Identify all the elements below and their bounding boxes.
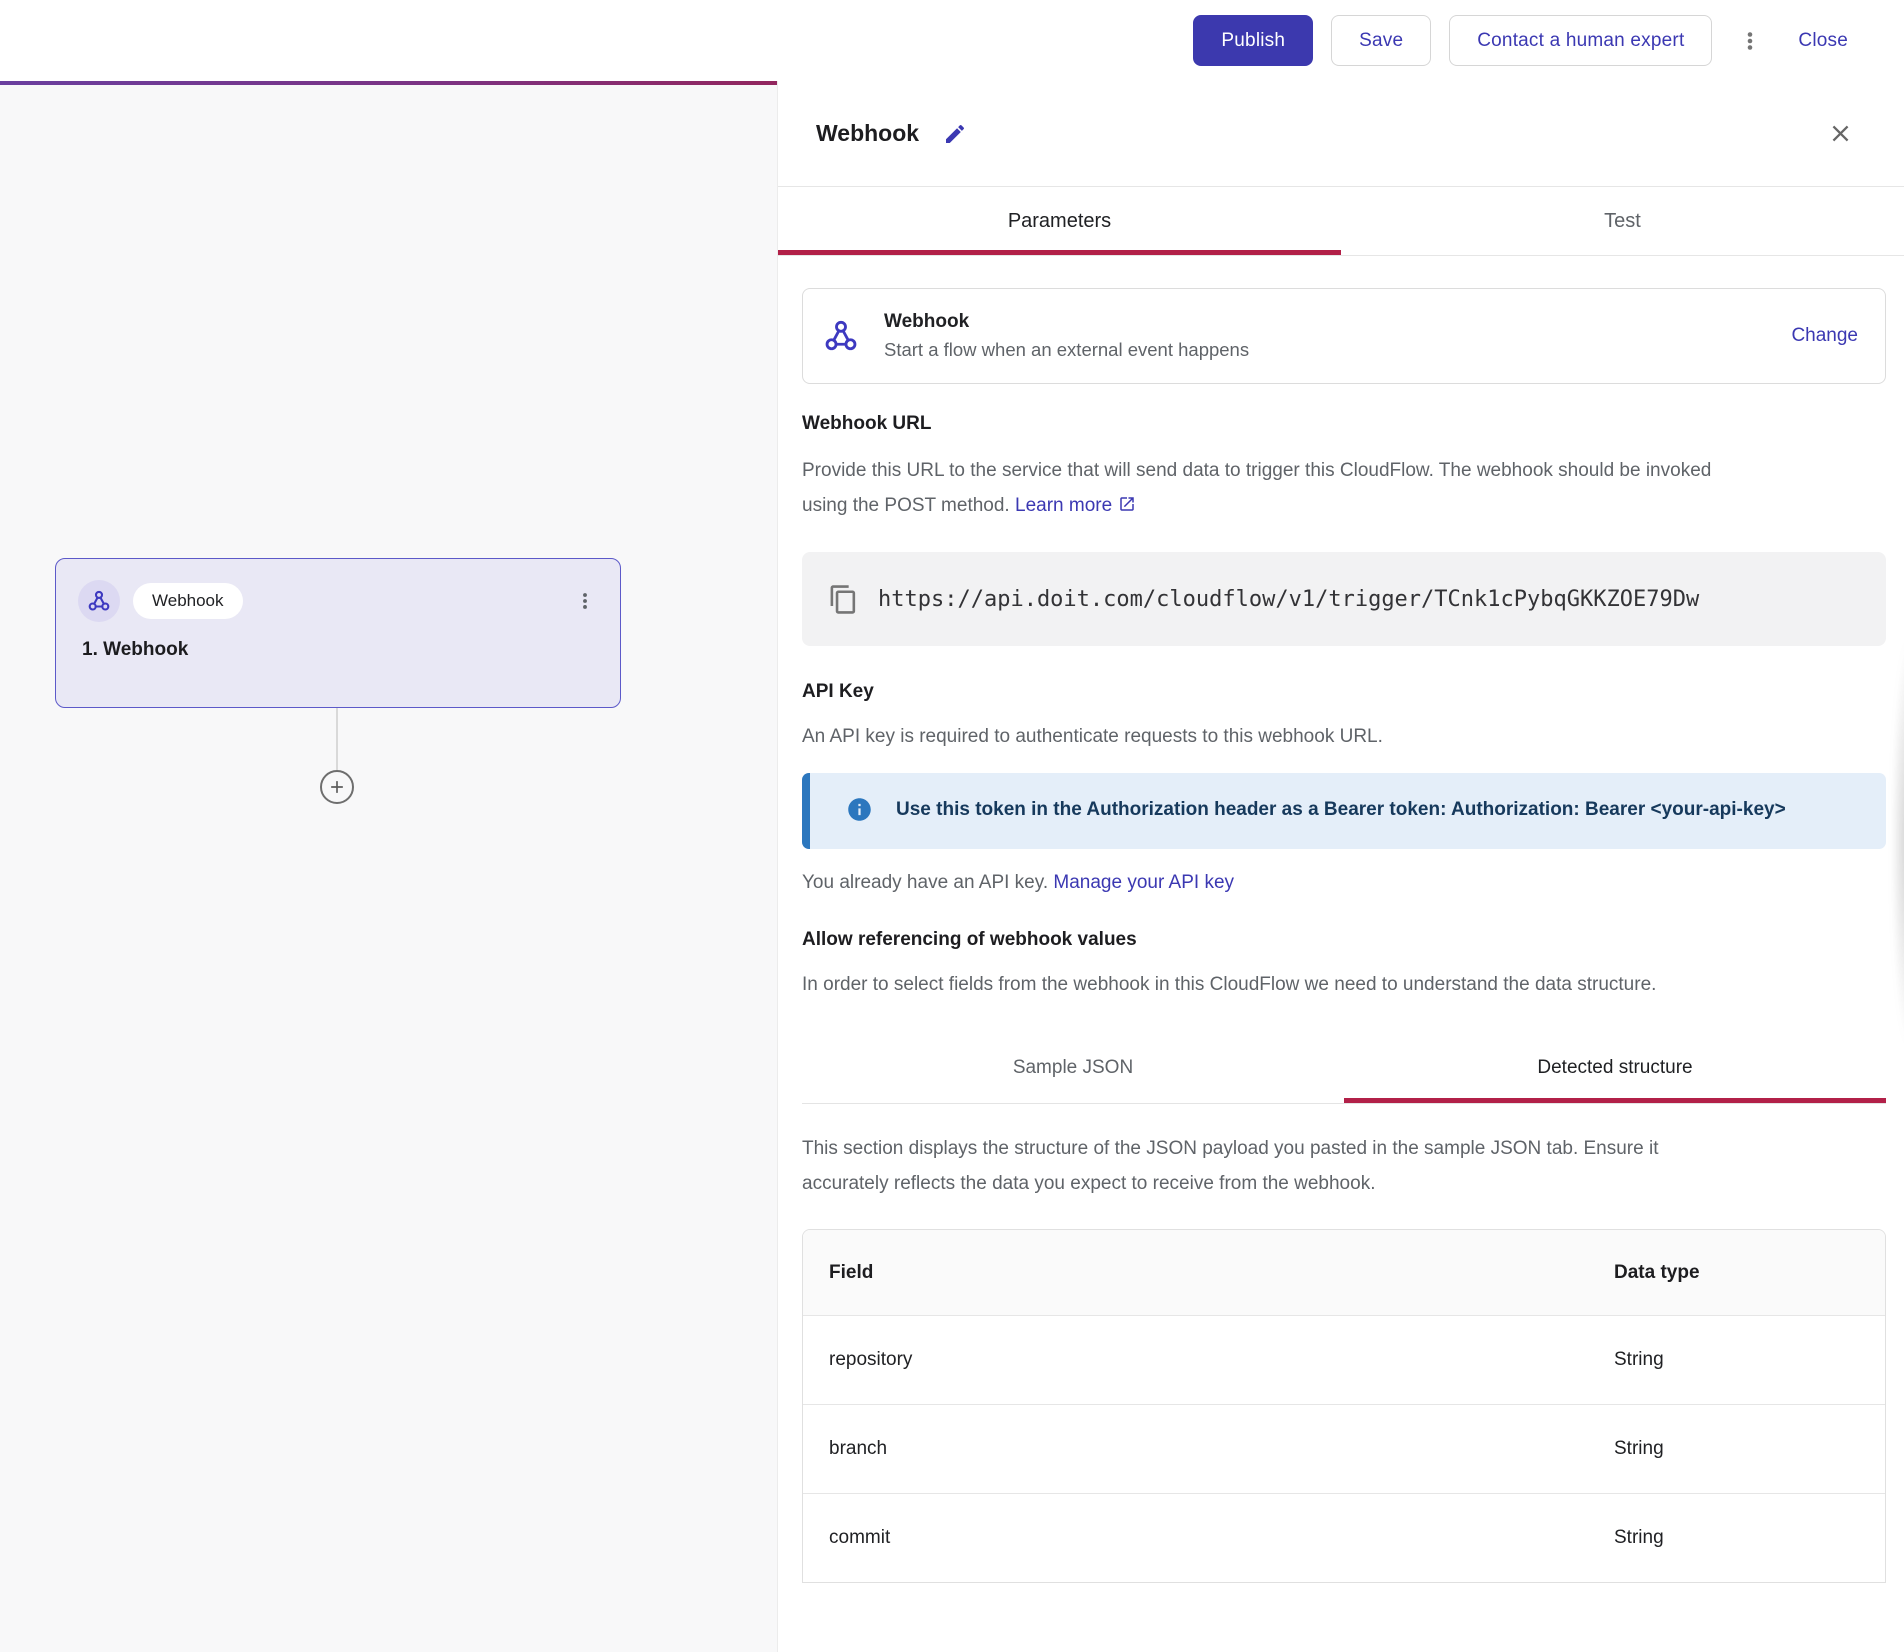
field-type: String	[1614, 1349, 1885, 1371]
trigger-title: Webhook	[884, 311, 1249, 333]
detected-structure-description: This section displays the structure of t…	[802, 1131, 1742, 1201]
column-header-data-type: Data type	[1614, 1262, 1885, 1284]
webhook-config-panel: Webhook Parameters Test	[777, 81, 1904, 1652]
parameters-tab-content: Webhook Start a flow when an external ev…	[778, 256, 1904, 1652]
node-more-options-icon[interactable]	[574, 590, 596, 612]
table-row: branch String	[803, 1404, 1885, 1493]
webhook-icon	[78, 580, 120, 622]
trigger-subtitle: Start a flow when an external event happ…	[884, 339, 1249, 361]
edit-icon[interactable]	[935, 114, 975, 154]
have-api-key-text: You already have an API key. Manage your…	[802, 868, 1886, 898]
node-connector-line	[336, 708, 338, 770]
alert-accent-bar	[802, 773, 810, 849]
field-type: String	[1614, 1438, 1885, 1460]
field-name: repository	[829, 1349, 1614, 1371]
webhook-node-card[interactable]: Webhook 1. Webhook	[55, 558, 621, 708]
cloudflow-editor: Publish Save Contact a human expert Clos…	[0, 0, 1904, 1652]
panel-tabs: Parameters Test	[778, 187, 1904, 256]
tab-detected-structure[interactable]: Detected structure	[1344, 1037, 1886, 1103]
close-flow-button[interactable]: Close	[1788, 15, 1858, 66]
panel-title: Webhook	[816, 120, 919, 147]
table-row: repository String	[803, 1315, 1885, 1404]
canvas-accent-line	[0, 81, 777, 85]
close-icon[interactable]	[1820, 114, 1860, 154]
info-icon	[846, 796, 873, 828]
node-type-chip: Webhook	[133, 583, 243, 619]
webhook-icon	[823, 318, 859, 354]
field-name: branch	[829, 1438, 1614, 1460]
change-trigger-link[interactable]: Change	[1791, 325, 1858, 347]
alert-text: Use this token in the Authorization head…	[896, 793, 1838, 827]
api-key-info-alert: Use this token in the Authorization head…	[802, 773, 1886, 849]
table-row: commit String	[803, 1493, 1885, 1582]
webhook-url-heading: Webhook URL	[802, 413, 1886, 435]
more-options-icon[interactable]	[1730, 21, 1770, 61]
webhook-url-field: https://api.doit.com/cloudflow/v1/trigge…	[802, 552, 1886, 646]
manage-api-key-link[interactable]: Manage your API key	[1053, 872, 1234, 893]
column-header-field: Field	[829, 1262, 1614, 1284]
webhook-url-value: https://api.doit.com/cloudflow/v1/trigge…	[878, 587, 1699, 612]
add-step-button[interactable]	[320, 770, 354, 804]
webhook-url-description: Provide this URL to the service that wil…	[802, 453, 1722, 525]
field-type: String	[1614, 1527, 1885, 1549]
detected-structure-table: Field Data type repository String branch…	[802, 1229, 1886, 1583]
copy-icon[interactable]	[828, 584, 859, 615]
tab-test[interactable]: Test	[1341, 187, 1904, 255]
referencing-heading: Allow referencing of webhook values	[802, 929, 1886, 951]
api-key-description: An API key is required to authenticate r…	[802, 719, 1886, 754]
panel-header: Webhook	[778, 81, 1904, 187]
tab-sample-json[interactable]: Sample JSON	[802, 1037, 1344, 1103]
node-title: 1. Webhook	[82, 639, 598, 661]
publish-button[interactable]: Publish	[1193, 15, 1313, 66]
structure-tabs: Sample JSON Detected structure	[802, 1037, 1886, 1104]
external-link-icon	[1118, 490, 1136, 525]
trigger-source-card: Webhook Start a flow when an external ev…	[802, 288, 1886, 384]
field-name: commit	[829, 1527, 1614, 1549]
topbar: Publish Save Contact a human expert Clos…	[0, 0, 1904, 81]
learn-more-link[interactable]: Learn more	[1015, 495, 1112, 516]
save-button[interactable]: Save	[1331, 15, 1431, 66]
flow-canvas[interactable]: Webhook 1. Webhook	[0, 81, 777, 1652]
contact-human-expert-button[interactable]: Contact a human expert	[1449, 15, 1712, 66]
api-key-heading: API Key	[802, 681, 1886, 703]
tab-parameters[interactable]: Parameters	[778, 187, 1341, 255]
table-header-row: Field Data type	[803, 1230, 1885, 1315]
main-area: Webhook 1. Webhook Webhook	[0, 81, 1904, 1652]
referencing-description: In order to select fields from the webho…	[802, 967, 1886, 1002]
